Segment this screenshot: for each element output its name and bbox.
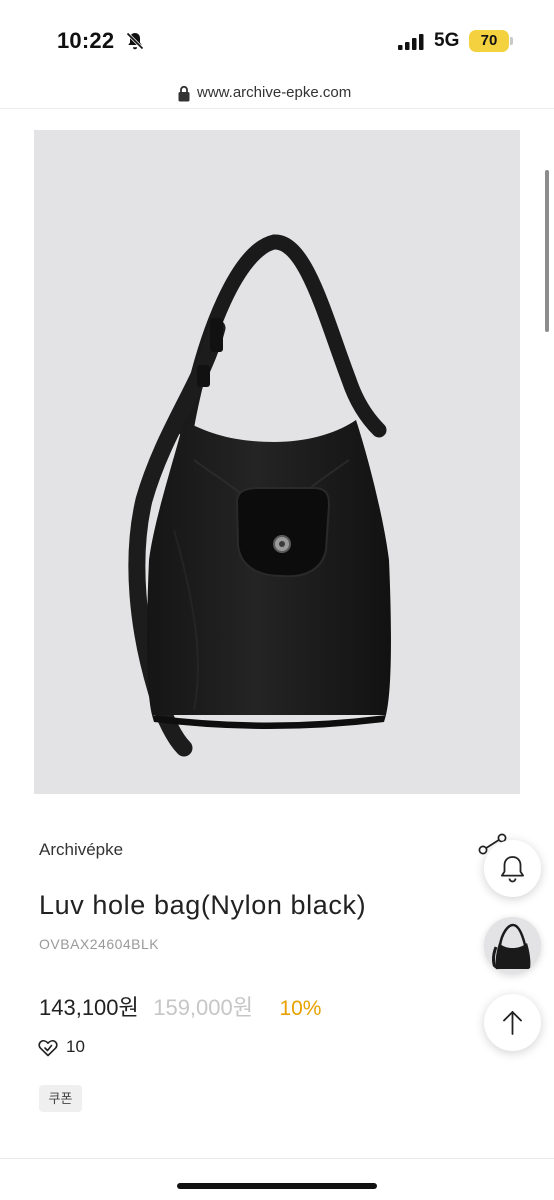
address-bar[interactable]: www.archive-epke.com [0,80,554,109]
product-image[interactable] [34,130,520,794]
arrow-up-icon [503,1011,522,1035]
discount-rate: 10% [279,997,322,1020]
sale-price: 143,100원 [39,995,139,1020]
like-count: 10 [66,1037,85,1056]
notification-button[interactable] [484,840,541,897]
status-time: 10:22 [57,28,115,53]
status-bar: 10:22 5G 70 [0,0,554,80]
battery-tip [510,37,513,45]
battery-icon: 70 [469,30,509,52]
section-divider [0,1158,554,1159]
original-price: 159,000원 [153,995,253,1020]
network-type: 5G [434,30,460,51]
product-title: Luv hole bag(Nylon black) [39,890,367,920]
brand-name[interactable]: Archivépke [39,840,123,860]
bell-icon [501,856,524,883]
bag-illustration [34,130,520,794]
scroll-to-top-button[interactable] [484,994,541,1051]
product-sku: OVBAX24604BLK [39,936,160,952]
thumbnail-bag-image [484,917,541,974]
home-indicator[interactable] [177,1183,377,1189]
url-text: www.archive-epke.com [197,84,352,101]
coupon-badge[interactable]: 쿠폰 [39,1085,82,1112]
heart-icon [38,1040,58,1057]
battery-level: 70 [480,32,498,49]
lock-icon [178,85,190,102]
cellular-signal-icon [398,34,424,50]
bell-slash-icon [126,32,144,50]
price-row: 143,100원 159,000원 10% [39,990,321,1020]
recent-product-thumbnail[interactable] [484,917,541,974]
scrollbar[interactable] [545,170,549,332]
